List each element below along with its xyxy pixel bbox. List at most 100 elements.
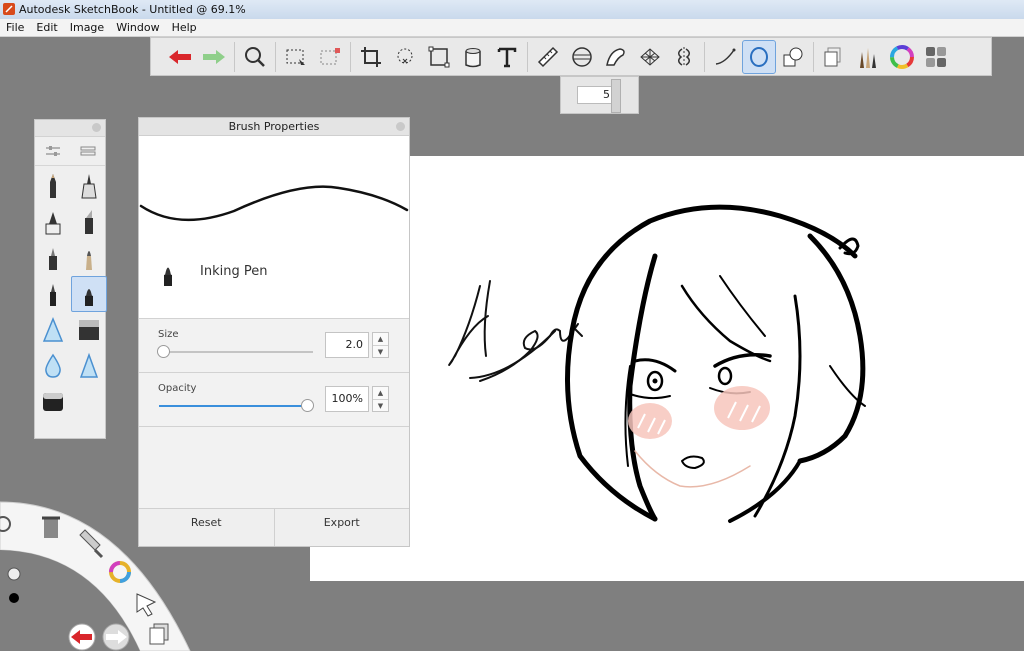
brushes-button[interactable] <box>851 40 885 74</box>
opacity-label: Opacity <box>158 383 197 394</box>
color-wheel-button[interactable] <box>885 40 919 74</box>
text-button[interactable] <box>490 40 524 74</box>
undo-icon <box>169 49 191 64</box>
distort-button[interactable] <box>422 40 456 74</box>
undo-icon[interactable] <box>68 623 96 651</box>
close-icon[interactable] <box>396 122 405 131</box>
brush-library-header[interactable] <box>35 120 105 137</box>
toolbar-divider <box>350 41 351 72</box>
opacity-slider-fill <box>159 405 313 407</box>
opacity-stepper[interactable]: ▲ ▼ <box>372 386 389 412</box>
brush-size-slider[interactable] <box>611 79 621 113</box>
brush-pencil[interactable] <box>35 168 71 204</box>
lasso-button[interactable] <box>388 40 422 74</box>
opacity-input[interactable]: 100% <box>325 386 369 412</box>
size-slider-knob[interactable] <box>157 345 170 358</box>
title-bar: Autodesk SketchBook - Untitled @ 69.1% <box>0 0 1024 20</box>
symmetry-button[interactable] <box>667 40 701 74</box>
brushes-icon <box>860 47 876 68</box>
redo-icon[interactable] <box>102 623 130 651</box>
drawing-canvas[interactable] <box>310 156 1024 581</box>
zoom-button[interactable] <box>238 40 272 74</box>
main-toolbar <box>150 37 992 76</box>
hard-eraser-icon <box>43 393 63 411</box>
brush-properties-header[interactable]: Brush Properties <box>139 118 409 136</box>
fill-button[interactable] <box>456 40 490 74</box>
brush-name: Inking Pen <box>200 264 268 279</box>
brush-hard-eraser[interactable] <box>35 384 71 420</box>
layers-button[interactable] <box>817 40 851 74</box>
brush-technical-pen[interactable] <box>71 168 107 204</box>
brush-settings-icon[interactable] <box>45 145 61 157</box>
menu-window[interactable]: Window <box>116 19 159 36</box>
perspective-button[interactable] <box>633 40 667 74</box>
brush-felt-pen[interactable] <box>35 240 71 276</box>
transform-select-button[interactable] <box>313 40 347 74</box>
brush-blur[interactable] <box>35 348 71 384</box>
chevron-up-icon[interactable]: ▲ <box>373 387 388 400</box>
distort-icon <box>428 46 450 67</box>
brush-paintbrush[interactable] <box>71 240 107 276</box>
toolbar-divider <box>813 41 814 72</box>
window-title: Autodesk SketchBook - Untitled @ 69.1% <box>19 3 246 16</box>
opacity-slider-knob[interactable] <box>301 399 314 412</box>
copic-color-icon <box>926 46 946 67</box>
line-button[interactable] <box>708 40 742 74</box>
panel-title: Brush Properties <box>228 120 320 133</box>
close-icon[interactable] <box>92 123 101 132</box>
chevron-up-icon[interactable]: ▲ <box>373 333 388 346</box>
size-slider[interactable] <box>157 345 313 358</box>
brush-eraser[interactable] <box>71 312 107 348</box>
menu-file[interactable]: File <box>6 19 24 36</box>
smudge-icon <box>79 352 99 378</box>
brush-inking-pen[interactable] <box>71 276 107 312</box>
transform-select-icon <box>320 47 340 64</box>
toolbox-icon[interactable] <box>42 516 60 538</box>
brush-set-icon[interactable] <box>80 145 96 157</box>
toolbar-divider <box>275 41 276 72</box>
marker-icon <box>45 212 61 235</box>
ellipse-button[interactable] <box>742 39 776 74</box>
menu-image[interactable]: Image <box>70 19 104 36</box>
export-button[interactable]: Export <box>275 509 410 546</box>
water-drop-icon <box>45 353 61 378</box>
inking-pen-icon <box>85 289 93 306</box>
app-icon <box>3 3 15 15</box>
shape-button[interactable] <box>776 40 810 74</box>
layers-icon <box>824 47 841 66</box>
redo-button[interactable] <box>197 40 231 74</box>
chevron-down-icon[interactable]: ▼ <box>373 346 388 358</box>
crop-button[interactable] <box>354 40 388 74</box>
french-curve-button[interactable] <box>599 40 633 74</box>
ellipse-icon <box>750 46 768 67</box>
ballpoint-icon <box>50 284 56 306</box>
brush-puck-icon[interactable] <box>7 567 21 581</box>
menu-edit[interactable]: Edit <box>36 19 57 36</box>
brush-airbrush[interactable] <box>35 312 71 348</box>
size-stepper[interactable]: ▲ ▼ <box>372 332 389 358</box>
ellipse-guide-icon <box>572 46 592 67</box>
copic-color-button[interactable] <box>919 40 953 74</box>
inking-pen-icon <box>164 267 172 286</box>
toolbar-divider <box>234 41 235 72</box>
ruler-icon <box>537 46 559 67</box>
pencil-icon <box>50 174 56 198</box>
toolbar-divider <box>527 41 528 72</box>
select-button[interactable] <box>279 40 313 74</box>
brush-chisel-marker[interactable] <box>71 204 107 240</box>
redo-icon <box>203 49 225 64</box>
brush-smudge[interactable] <box>71 348 107 384</box>
ruler-button[interactable] <box>531 40 565 74</box>
lasso-icon <box>397 48 413 63</box>
zoom-icon <box>245 46 265 67</box>
brush-marker[interactable] <box>35 204 71 240</box>
menu-help[interactable]: Help <box>172 19 197 36</box>
chevron-down-icon[interactable]: ▼ <box>373 400 388 412</box>
opacity-row: Opacity 100% ▲ ▼ <box>139 373 409 427</box>
brush-size-value[interactable]: 5 <box>577 86 615 104</box>
opacity-slider[interactable] <box>159 399 314 412</box>
brush-ballpoint[interactable] <box>35 276 71 312</box>
ellipse-guide-button[interactable] <box>565 40 599 74</box>
undo-button[interactable] <box>163 40 197 74</box>
size-input[interactable]: 2.0 <box>325 332 369 358</box>
